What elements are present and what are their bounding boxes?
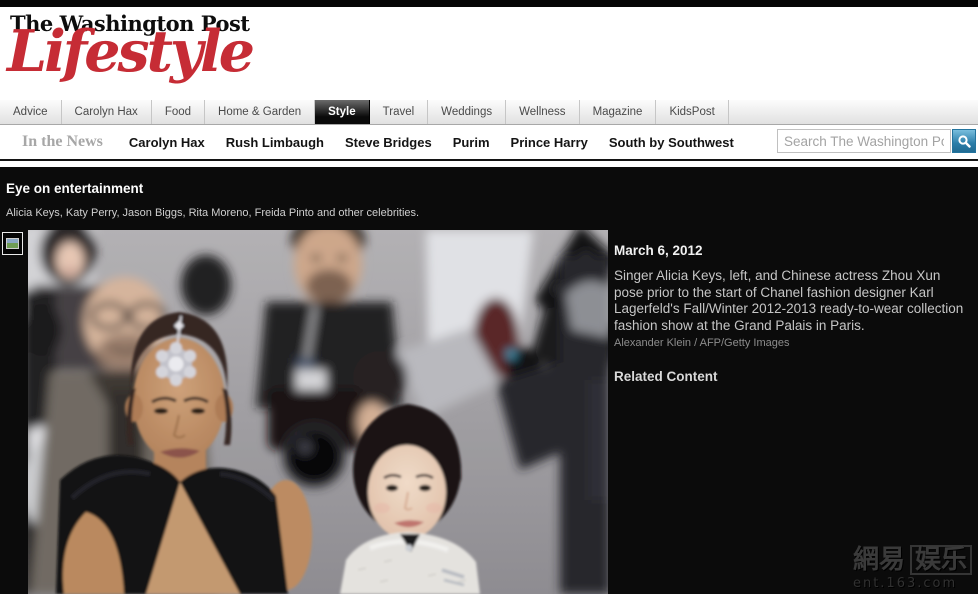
section-tab-bar: Advice Carolyn Hax Food Home & Garden St… xyxy=(0,100,978,125)
gallery-panel: Eye on entertainment Alicia Keys, Katy P… xyxy=(0,167,978,594)
tab-home-garden[interactable]: Home & Garden xyxy=(205,100,315,124)
in-the-news-bar: In the News Carolyn Hax Rush Limbaugh St… xyxy=(0,125,978,161)
tab-food[interactable]: Food xyxy=(152,100,205,124)
photo-caption: Singer Alicia Keys, left, and Chinese ac… xyxy=(614,268,972,334)
search-icon xyxy=(957,134,971,148)
photo-date: March 6, 2012 xyxy=(614,243,972,258)
caption-column: March 6, 2012 Singer Alicia Keys, left, … xyxy=(614,243,972,384)
search-input[interactable] xyxy=(777,129,951,153)
tab-advice[interactable]: Advice xyxy=(0,100,62,124)
photo-credit: Alexander Klein / AFP/Getty Images xyxy=(614,337,972,349)
tab-kidspost[interactable]: KidsPost xyxy=(656,100,728,124)
lifestyle-logo[interactable]: Lifestyle xyxy=(7,23,252,80)
netease-logo-right: 娱乐 xyxy=(910,545,972,575)
search-button[interactable] xyxy=(952,129,976,153)
gallery-subtitle: Alicia Keys, Katy Perry, Jason Biggs, Ri… xyxy=(6,207,419,219)
slideshow-icon-thumb xyxy=(6,238,19,249)
netease-watermark: 網易 娱乐 ent.163.com xyxy=(853,545,972,591)
news-link-prince-harry[interactable]: Prince Harry xyxy=(511,135,588,150)
news-link-rush-limbaugh[interactable]: Rush Limbaugh xyxy=(226,135,324,150)
tab-travel[interactable]: Travel xyxy=(370,100,429,124)
in-the-news-label: In the News xyxy=(22,133,103,151)
slideshow-icon[interactable] xyxy=(2,232,23,255)
gallery-title: Eye on entertainment xyxy=(6,181,143,196)
tab-weddings[interactable]: Weddings xyxy=(428,100,506,124)
netease-logo-left: 網易 xyxy=(853,545,905,575)
top-black-strip xyxy=(0,0,978,7)
search-box xyxy=(777,129,976,153)
tab-magazine[interactable]: Magazine xyxy=(580,100,657,124)
tab-carolyn-hax[interactable]: Carolyn Hax xyxy=(62,100,152,124)
news-link-purim[interactable]: Purim xyxy=(453,135,490,150)
tab-style[interactable]: Style xyxy=(315,100,370,124)
netease-logo: 網易 娱乐 xyxy=(853,545,972,575)
news-link-steve-bridges[interactable]: Steve Bridges xyxy=(345,135,432,150)
netease-url: ent.163.com xyxy=(853,576,972,591)
news-link-south-by-southwest[interactable]: South by Southwest xyxy=(609,135,734,150)
tab-wellness[interactable]: Wellness xyxy=(506,100,579,124)
article-photo[interactable] xyxy=(28,230,608,594)
related-content-heading: Related Content xyxy=(614,369,972,384)
masthead: The Washington Post Lifestyle xyxy=(0,7,978,100)
news-link-carolyn-hax[interactable]: Carolyn Hax xyxy=(129,135,205,150)
